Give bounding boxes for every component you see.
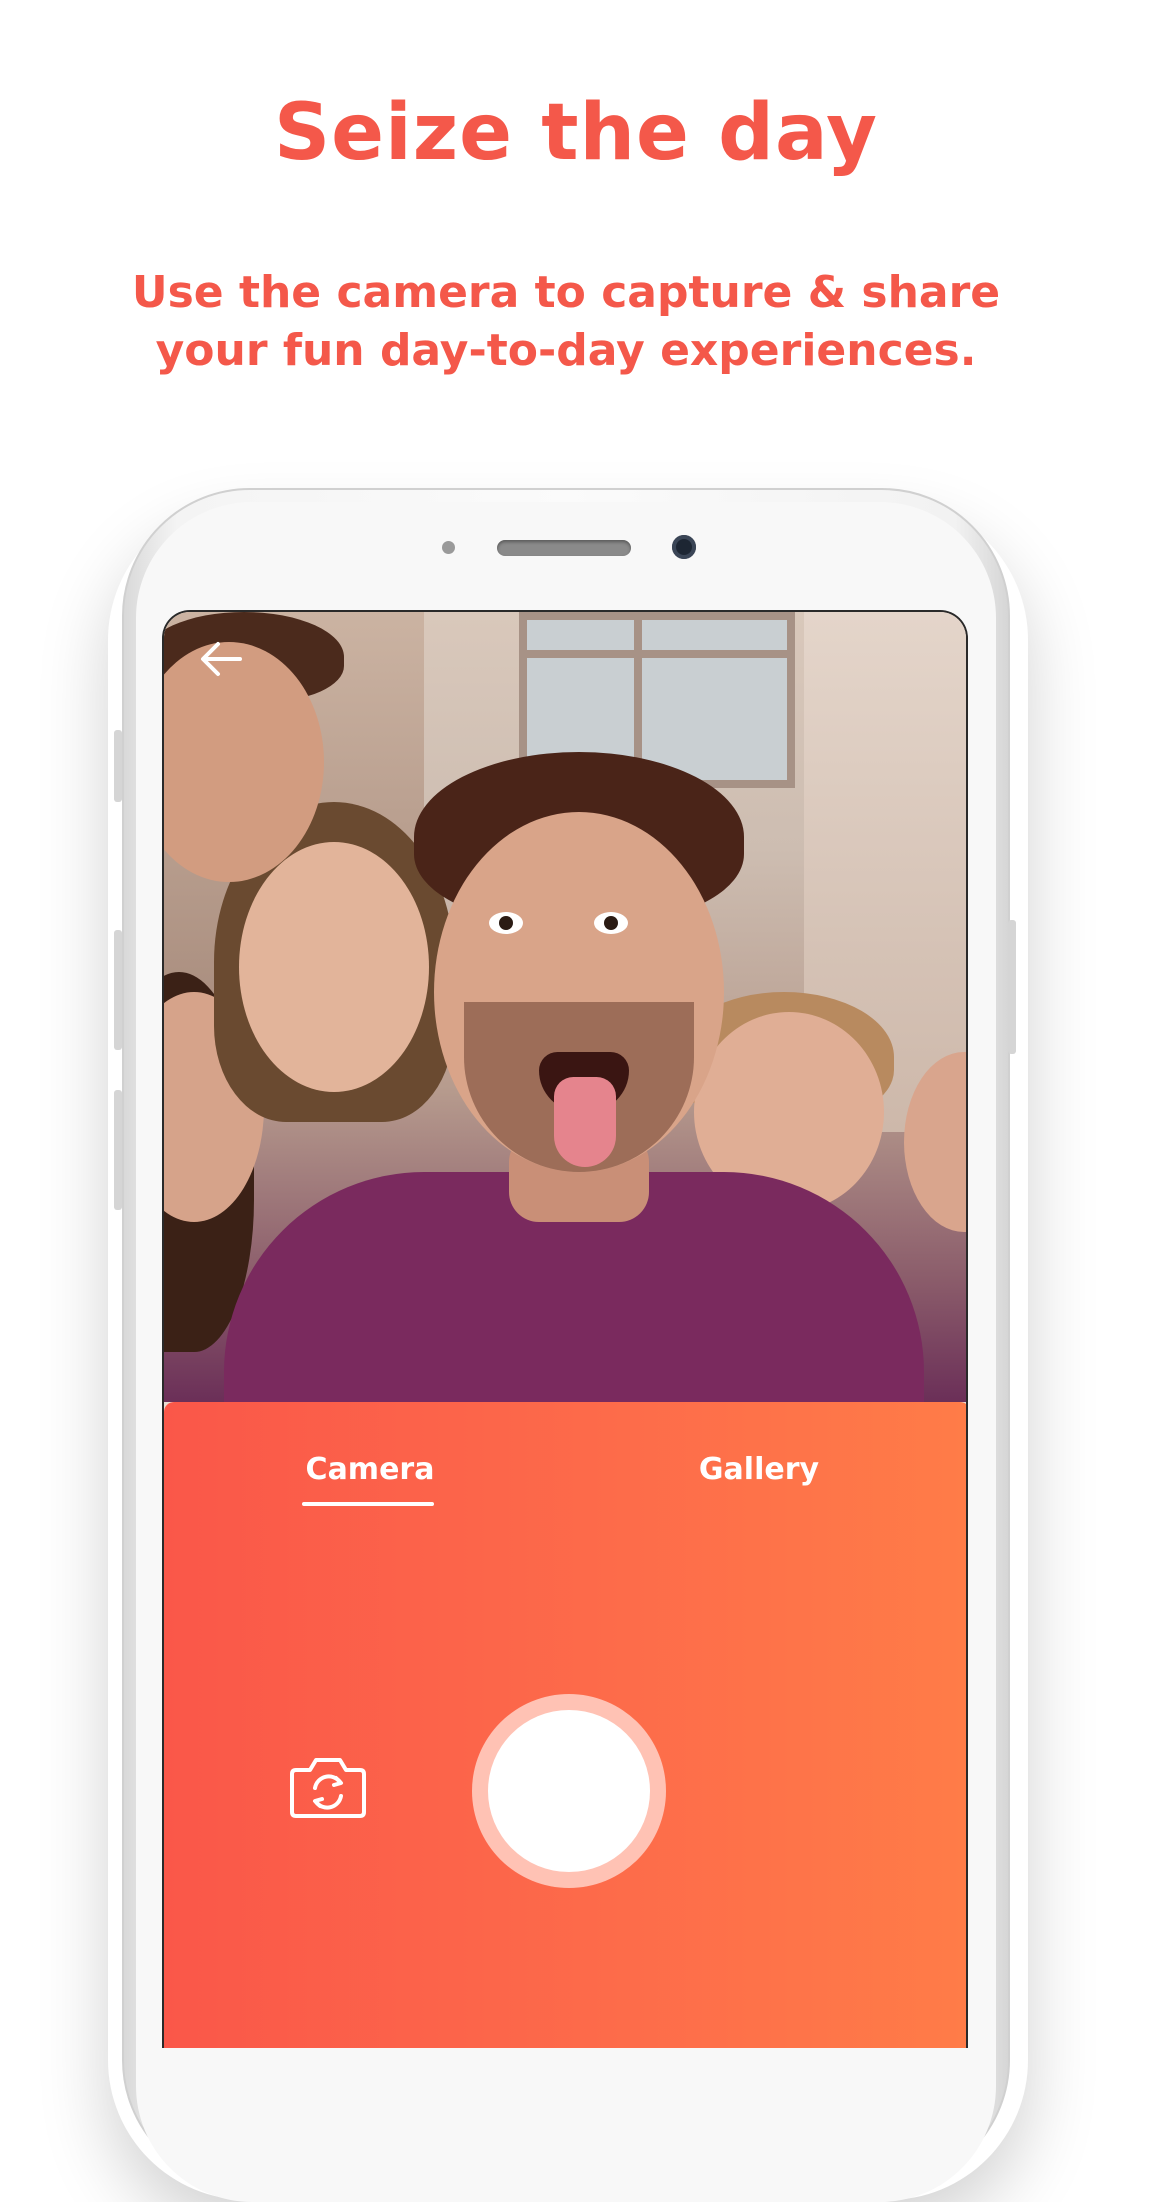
switch-camera-icon[interactable] — [288, 1752, 368, 1820]
subject-pupil — [604, 916, 618, 930]
headline: Seize the day — [273, 88, 879, 178]
phone-power-button — [1008, 920, 1016, 1054]
subject-tongue — [554, 1077, 616, 1167]
proximity-sensor — [442, 541, 455, 554]
friend-face — [239, 842, 429, 1092]
camera-controls-panel: Camera Gallery — [164, 1402, 966, 2048]
earpiece-speaker — [497, 540, 631, 556]
back-arrow-icon[interactable] — [194, 632, 248, 686]
tab-camera[interactable]: Camera — [302, 1452, 438, 1487]
phone-volume-down-button — [114, 1090, 122, 1210]
phone-screen: Camera Gallery — [162, 610, 968, 2048]
tab-gallery[interactable]: Gallery — [694, 1452, 824, 1487]
phone-volume-up-button — [114, 930, 122, 1050]
camera-viewfinder — [164, 612, 966, 1402]
window-frame — [519, 650, 795, 658]
tab-camera-underline — [302, 1502, 434, 1506]
subheadline: Use the camera to capture & share your f… — [131, 267, 1001, 376]
phone-side-button — [114, 730, 122, 802]
shutter-button[interactable] — [488, 1710, 650, 1872]
subject-pupil — [499, 916, 513, 930]
front-camera — [672, 535, 696, 559]
window-frame — [634, 612, 642, 780]
